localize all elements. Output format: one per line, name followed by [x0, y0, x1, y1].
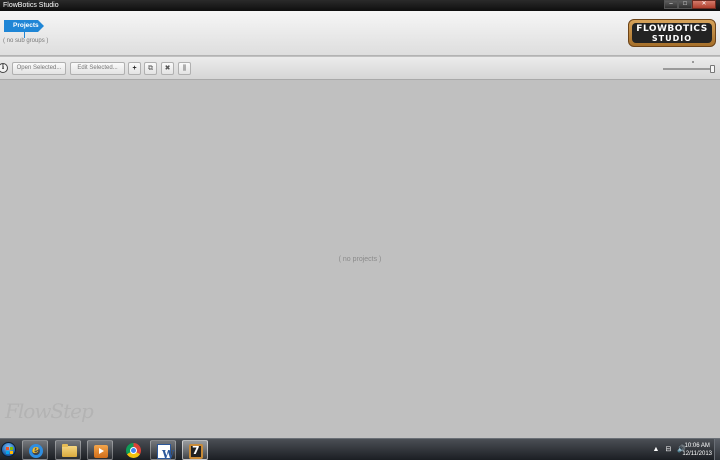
add-icon[interactable]: + — [128, 62, 141, 75]
flowbotics-letter: 7 — [192, 444, 200, 457]
flowbotics-logo: FLOWBOTICS STUDIO — [628, 19, 716, 47]
window-title: FlowBotics Studio — [3, 2, 59, 9]
media-player-icon — [94, 445, 108, 458]
info-icon[interactable]: i — [0, 63, 8, 73]
taskbar-media-player[interactable] — [87, 440, 113, 460]
system-clock[interactable]: 10:06 AM 12/11/2013 — [682, 442, 712, 458]
duplicate-icon[interactable]: ⧉ — [144, 62, 157, 75]
close-button[interactable]: ✕ — [692, 0, 716, 9]
word-letter: W — [162, 448, 175, 460]
projects-tab[interactable]: Projects — [4, 20, 44, 32]
tray-expand-icon[interactable]: ▲ — [652, 445, 659, 455]
empty-state-text: ( no projects ) — [338, 256, 382, 263]
minimize-button[interactable]: – — [664, 0, 678, 9]
chart-icon[interactable]: ⫼ — [178, 62, 191, 75]
taskbar-flowbotics[interactable]: 7 — [182, 440, 208, 460]
word-icon: W — [157, 444, 175, 460]
title-bar[interactable]: FlowBotics Studio – □ ✕ — [0, 0, 720, 11]
taskbar-word[interactable]: W — [150, 440, 176, 460]
maximize-button[interactable]: □ — [678, 0, 692, 9]
logo-plate: FLOWBOTICS STUDIO — [632, 23, 712, 43]
projects-area[interactable]: ( no projects ) FlowStep — [0, 81, 720, 438]
taskbar-chrome[interactable] — [120, 440, 146, 460]
open-selected-button[interactable]: Open Selected... — [12, 62, 66, 75]
delete-icon[interactable]: ✖ — [161, 62, 174, 75]
watermark-logo: FlowStep — [5, 399, 94, 423]
internet-explorer-e: e — [32, 443, 39, 456]
logo-text-line1: FLOWBOTICS — [636, 24, 708, 34]
taskbar-file-explorer[interactable] — [55, 440, 81, 460]
edit-selected-button[interactable]: Edit Selected... — [70, 62, 125, 75]
taskbar-internet-explorer[interactable]: e — [22, 440, 48, 460]
window-controls: – □ ✕ — [664, 0, 716, 9]
clock-time: 10:06 AM — [684, 443, 710, 449]
sub-groups-text: ( no sub groups ) — [3, 38, 49, 44]
toolbar: i Open Selected... Edit Selected... + ⧉ … — [0, 57, 720, 80]
show-desktop-button[interactable] — [714, 439, 720, 460]
zoom-slider-thumb[interactable] — [710, 65, 715, 73]
zoom-slider-track[interactable] — [663, 68, 711, 70]
clock-date: 12/11/2013 — [682, 451, 712, 457]
system-tray: ▲ ⊟ 🔊 — [652, 445, 686, 455]
start-button[interactable] — [0, 439, 18, 460]
network-icon[interactable]: ⊟ — [665, 445, 671, 455]
header-area: Projects ( no sub groups ) FLOWBOTICS ST… — [0, 11, 720, 56]
file-explorer-icon — [62, 444, 77, 457]
windows-logo-icon — [1, 442, 16, 457]
windows-flag-icon — [6, 447, 13, 454]
taskbar: e W 7 ▲ ⊟ 🔊 10:06 AM 12/11/2013 — [0, 438, 720, 460]
slider-tick — [692, 61, 694, 63]
chrome-icon — [126, 443, 141, 458]
logo-text-line2: STUDIO — [651, 34, 693, 43]
